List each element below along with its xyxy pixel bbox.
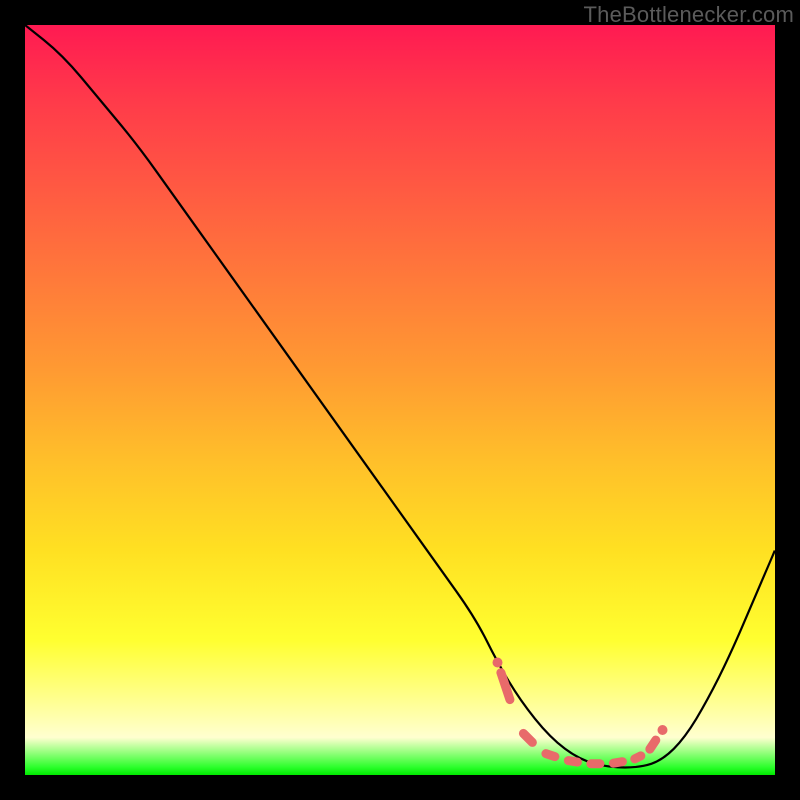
sweet-spot-dash: [650, 740, 656, 749]
curve-layer: [25, 25, 775, 775]
bottleneck-curve: [25, 25, 775, 768]
sweet-spot-dash: [501, 673, 510, 700]
sweet-spot-dash: [523, 733, 532, 742]
sweet-spot-dash: [546, 754, 555, 757]
sweet-spot-dot: [493, 658, 503, 668]
sweet-spot-dash: [613, 762, 622, 764]
chart-frame: TheBottlenecker.com: [0, 0, 800, 800]
sweet-spot-dot: [658, 725, 668, 735]
sweet-spot-markers: [493, 658, 668, 764]
sweet-spot-dash: [568, 761, 577, 763]
watermark-text: TheBottlenecker.com: [584, 2, 794, 28]
sweet-spot-dash: [635, 756, 641, 759]
plot-area: [25, 25, 775, 775]
